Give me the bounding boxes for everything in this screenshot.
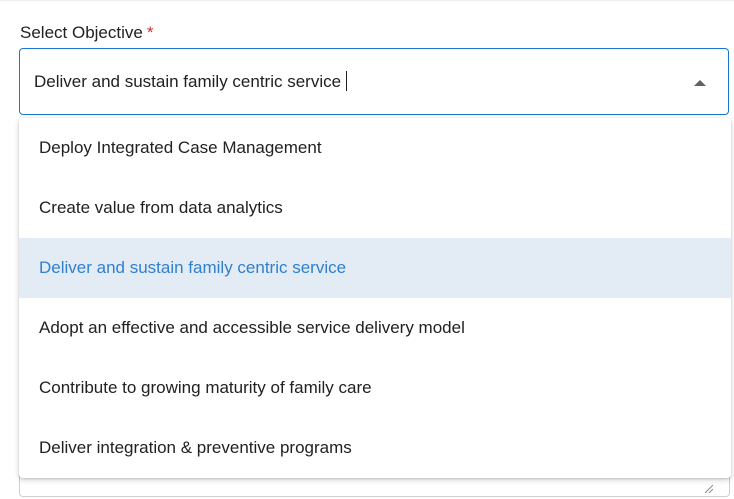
objective-dropdown-menu: Deploy Integrated Case Management Create… [19,118,731,478]
required-mark: * [146,23,154,42]
option-deliver-integration-preventive-programs[interactable]: Deliver integration & preventive program… [19,418,731,478]
option-deploy-integrated-case-management[interactable]: Deploy Integrated Case Management [19,118,731,178]
select-objective-label: Select Objective * [20,22,153,44]
option-label: Deliver integration & preventive program… [39,438,352,457]
option-deliver-and-sustain-family-centric-service[interactable]: Deliver and sustain family centric servi… [19,238,731,298]
option-adopt-effective-accessible-service-delivery-model[interactable]: Adopt an effective and accessible servic… [19,298,731,358]
objective-select[interactable]: Deliver and sustain family centric servi… [19,48,729,115]
selected-value-text: Deliver and sustain family centric servi… [34,72,342,91]
top-divider [0,0,734,1]
objective-select-value[interactable]: Deliver and sustain family centric servi… [34,71,348,93]
label-text: Select Objective [20,23,143,42]
option-label: Adopt an effective and accessible servic… [39,318,465,337]
option-label: Deliver and sustain family centric servi… [39,258,347,277]
option-label: Create value from data analytics [39,198,283,217]
option-label: Deploy Integrated Case Management [39,138,322,157]
resize-handle-icon[interactable] [703,483,713,493]
option-create-value-from-data-analytics[interactable]: Create value from data analytics [19,178,731,238]
option-contribute-to-growing-maturity-of-family-care[interactable]: Contribute to growing maturity of family… [19,358,731,418]
arrow-up-icon[interactable] [694,80,706,86]
text-cursor [346,71,348,91]
option-label: Contribute to growing maturity of family… [39,378,372,397]
